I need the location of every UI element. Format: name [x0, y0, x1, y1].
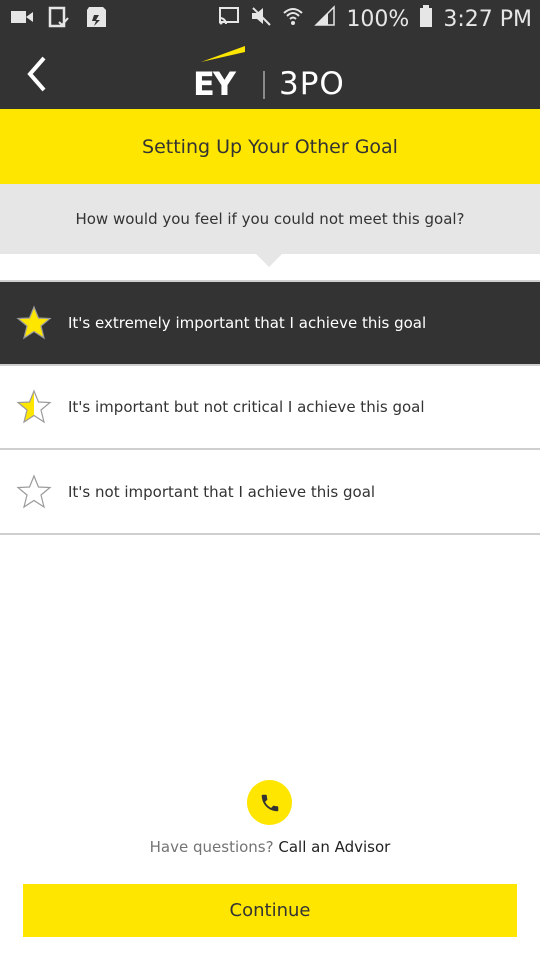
- continue-button[interactable]: Continue: [23, 884, 517, 937]
- signal-icon: [314, 5, 336, 33]
- option-label: It's important but not critical I achiev…: [68, 398, 425, 416]
- logo-beam-icon: [201, 46, 245, 62]
- advisor-prompt: Have questions? Call an Advisor: [0, 838, 540, 856]
- half-star-icon: [16, 389, 52, 424]
- mute-icon: [250, 6, 272, 32]
- cast-icon: [218, 6, 240, 32]
- logo-product-text: 3PO: [279, 66, 345, 102]
- screen-check-icon: [48, 6, 70, 32]
- chevron-left-icon: [27, 56, 46, 92]
- clock: 3:27 PM: [443, 6, 532, 32]
- back-button[interactable]: [18, 52, 58, 96]
- logo-ey-text: EY: [193, 65, 236, 103]
- option-important-not-critical[interactable]: It's important but not critical I achiev…: [0, 366, 540, 450]
- battery-percent: 100%: [346, 6, 410, 32]
- logo-divider: [263, 71, 265, 99]
- status-left-icons: [10, 5, 108, 33]
- status-bar: 100% 3:27 PM: [0, 0, 540, 38]
- question-pointer: [256, 254, 282, 267]
- call-advisor-link[interactable]: Call an Advisor: [278, 838, 390, 856]
- question-text: How would you feel if you could not meet…: [75, 210, 465, 228]
- full-star-icon: [16, 305, 52, 340]
- option-not-important[interactable]: It's not important that I achieve this g…: [0, 451, 540, 535]
- page-title-band: Setting Up Your Other Goal: [0, 109, 540, 184]
- question-band: How would you feel if you could not meet…: [0, 184, 540, 254]
- option-extremely-important[interactable]: It's extremely important that I achieve …: [0, 282, 540, 366]
- option-label: It's extremely important that I achieve …: [68, 314, 427, 332]
- advisor-prefix: Have questions?: [149, 838, 274, 856]
- battery-icon: [419, 4, 433, 34]
- page-title: Setting Up Your Other Goal: [142, 135, 398, 158]
- ey-3po-logo: EY 3PO: [193, 46, 353, 106]
- empty-star-icon: [16, 474, 52, 509]
- status-right: 100% 3:27 PM: [218, 0, 532, 38]
- phone-icon: [261, 794, 278, 811]
- wifi-icon: [282, 5, 304, 33]
- option-label: It's not important that I achieve this g…: [68, 483, 376, 501]
- call-advisor-button[interactable]: [247, 780, 292, 825]
- video-camera-icon: [10, 8, 34, 30]
- sd-card-icon: [84, 5, 108, 33]
- app-header: EY 3PO: [0, 38, 540, 109]
